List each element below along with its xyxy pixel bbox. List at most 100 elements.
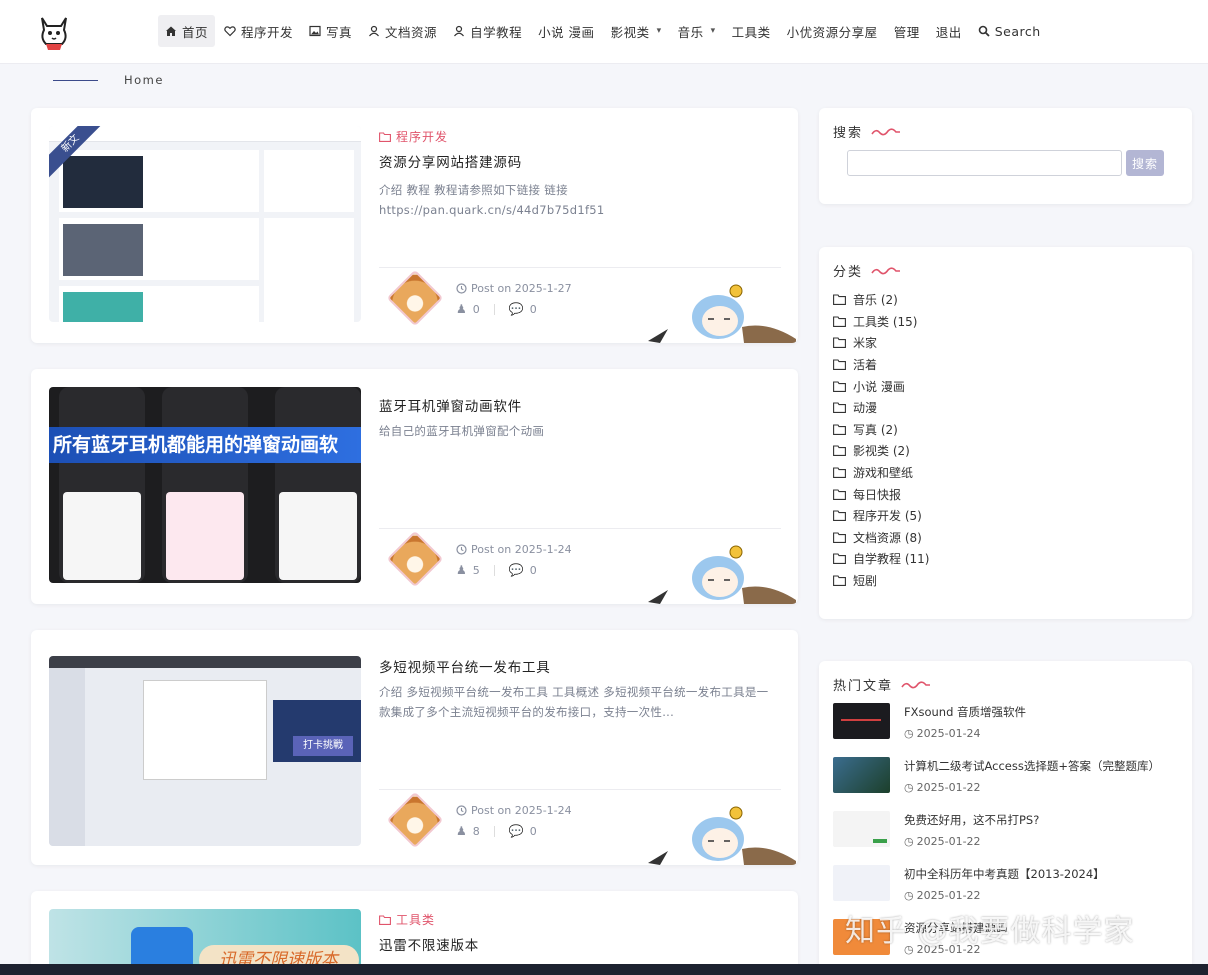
- views-icon: ♟: [456, 824, 467, 838]
- category-item-label: 短剧: [853, 574, 878, 589]
- category-item[interactable]: 每日快报: [833, 483, 929, 505]
- category-widget-title: 分类: [833, 265, 864, 280]
- post-title[interactable]: 多短视频平台统一发布工具: [379, 656, 551, 676]
- nav-video[interactable]: 影视类 ▾: [604, 15, 669, 47]
- hot-post-item[interactable]: 计算机二级考试Access选择题+答案（完整题库） ◷ 2025-01-22: [833, 757, 1178, 807]
- nav-docs[interactable]: 文档资源: [361, 15, 444, 47]
- widget-title: 搜索: [833, 122, 901, 141]
- post-category-label: 程序开发: [396, 130, 449, 144]
- clock-icon: [456, 283, 467, 294]
- post-thumbnail[interactable]: 新文: [49, 126, 361, 322]
- folder-icon: [833, 424, 846, 435]
- post-category[interactable]: 程序开发: [379, 128, 448, 145]
- search-input[interactable]: [847, 150, 1122, 176]
- category-item-label: 每日快报: [853, 487, 902, 502]
- hot-post-title[interactable]: FXsound 音质增强软件: [904, 704, 1026, 720]
- category-item[interactable]: 文档资源 (8): [833, 527, 929, 549]
- nav-tools-label: 工具类: [731, 24, 771, 40]
- nav-tutorial[interactable]: 自学教程: [446, 15, 529, 47]
- post-category-label: 工具类: [396, 913, 436, 927]
- hot-post-title[interactable]: 计算机二级考试Access选择题+答案（完整题库）: [904, 758, 1160, 774]
- post-divider: [379, 789, 781, 790]
- folder-icon: [833, 467, 846, 478]
- nav-novel-label: 小说 漫画: [538, 24, 595, 40]
- nav-search[interactable]: Search: [971, 15, 1048, 47]
- hot-post-thumb[interactable]: [833, 703, 890, 739]
- home-icon: [166, 26, 176, 36]
- hot-post-date-text: 2025-01-22: [916, 889, 981, 902]
- post-thumbnail[interactable]: 所有蓝牙耳机都能用的弹窗动画软: [49, 387, 361, 583]
- category-item[interactable]: 米家: [833, 332, 929, 354]
- nav-photo-label: 写真: [326, 24, 353, 40]
- category-item[interactable]: 小说 漫画: [833, 375, 929, 397]
- folder-icon: [833, 489, 846, 500]
- site-logo[interactable]: [38, 12, 70, 52]
- category-item-label: 影视类 (2): [853, 444, 910, 459]
- category-item[interactable]: 程序开发 (5): [833, 505, 929, 527]
- category-item[interactable]: 短剧: [833, 570, 929, 592]
- hot-post-date-text: 2025-01-24: [916, 727, 981, 740]
- category-item[interactable]: 工具类 (15): [833, 311, 929, 333]
- post-title[interactable]: 资源分享网站搭建源码: [379, 151, 522, 171]
- nav-admin[interactable]: 管理: [887, 15, 927, 47]
- nav-docs-label: 文档资源: [385, 24, 438, 40]
- nav-home-label: 首页: [182, 24, 209, 40]
- category-item[interactable]: 写真 (2): [833, 419, 929, 441]
- nav-novel[interactable]: 小说 漫画: [531, 15, 601, 47]
- category-item[interactable]: 音乐 (2): [833, 289, 929, 311]
- author-avatar[interactable]: [386, 269, 444, 327]
- post-comments: 0: [529, 563, 537, 577]
- post-date-text: Post on 2025-1-27: [471, 282, 572, 295]
- folder-icon: [833, 316, 846, 327]
- breadcrumb-line: [53, 80, 98, 81]
- category-item[interactable]: 活着: [833, 354, 929, 376]
- chevron-down-icon: ▾: [656, 26, 662, 36]
- hot-post-item[interactable]: FXsound 音质增强软件 ◷ 2025-01-24: [833, 703, 1178, 753]
- post-card[interactable]: 新文 程序开发 资源分享网站搭建源码 介绍 教程 教程请参照如下链接 链接 ht…: [31, 108, 798, 343]
- hot-post-thumb[interactable]: [833, 811, 890, 847]
- hot-post-date: ◷ 2025-01-22: [904, 889, 981, 902]
- author-avatar[interactable]: [386, 530, 444, 588]
- search-widget-title: 搜索: [833, 126, 864, 141]
- hot-post-title[interactable]: 免费还好用，这不吊打PS?: [904, 812, 1039, 828]
- nav-tools[interactable]: 工具类: [725, 15, 778, 47]
- post-card[interactable]: 迅雷不限速版本 工具类 迅雷不限速版本: [31, 891, 798, 975]
- category-item[interactable]: 动漫: [833, 397, 929, 419]
- post-excerpt: 介绍 多短视频平台统一发布工具 工具概述 多短视频平台统一发布工具是一款集成了多…: [379, 685, 769, 719]
- hot-post-thumb[interactable]: [833, 757, 890, 793]
- mascot-illustration: [648, 545, 796, 604]
- category-item[interactable]: 自学教程 (11): [833, 548, 929, 570]
- search-icon: [978, 25, 990, 37]
- post-title[interactable]: 蓝牙耳机弹窗动画软件: [379, 395, 522, 415]
- hot-post-title[interactable]: 初中全科历年中考真题【2013-2024】: [904, 866, 1105, 882]
- post-title[interactable]: 迅雷不限速版本: [379, 934, 479, 954]
- post-stats: ♟ 5 💬 0: [456, 563, 537, 577]
- category-item[interactable]: 影视类 (2): [833, 440, 929, 462]
- breadcrumb[interactable]: Home: [124, 73, 164, 87]
- post-card[interactable]: 所有蓝牙耳机都能用的弹窗动画软 蓝牙耳机弹窗动画软件 给自己的蓝牙耳机弹窗配个动…: [31, 369, 798, 604]
- nav-home[interactable]: 首页: [158, 15, 216, 47]
- post-excerpt: 给自己的蓝牙耳机弹窗配个动画: [379, 424, 545, 438]
- nav-logout-label: 退出: [935, 24, 962, 40]
- hot-post-thumb[interactable]: [833, 865, 890, 901]
- nav-music[interactable]: 音乐 ▾: [671, 15, 723, 47]
- nav-photo[interactable]: 写真: [302, 15, 359, 47]
- post-divider: [379, 267, 781, 268]
- user-icon: [454, 25, 465, 37]
- search-button[interactable]: 搜索: [1126, 150, 1164, 176]
- thumbnail-caption: 打卡挑戰: [293, 736, 353, 756]
- nav-dev[interactable]: 程序开发: [217, 15, 300, 47]
- watermark: 知乎 @我要做科学家: [845, 914, 1135, 949]
- post-views: 5: [472, 563, 480, 577]
- wave-icon: [901, 680, 931, 688]
- hot-post-item[interactable]: 免费还好用，这不吊打PS? ◷ 2025-01-22: [833, 811, 1178, 861]
- nav-logout[interactable]: 退出: [929, 15, 969, 47]
- category-item[interactable]: 游戏和壁纸: [833, 462, 929, 484]
- post-thumbnail[interactable]: 打卡挑戰: [49, 656, 361, 846]
- user-icon: [369, 25, 380, 37]
- post-divider: [379, 528, 781, 529]
- post-card[interactable]: 打卡挑戰 多短视频平台统一发布工具 介绍 多短视频平台统一发布工具 工具概述 多…: [31, 630, 798, 865]
- author-avatar[interactable]: [386, 791, 444, 849]
- post-category[interactable]: 工具类: [379, 911, 435, 928]
- nav-share[interactable]: 小优资源分享屋: [780, 15, 885, 47]
